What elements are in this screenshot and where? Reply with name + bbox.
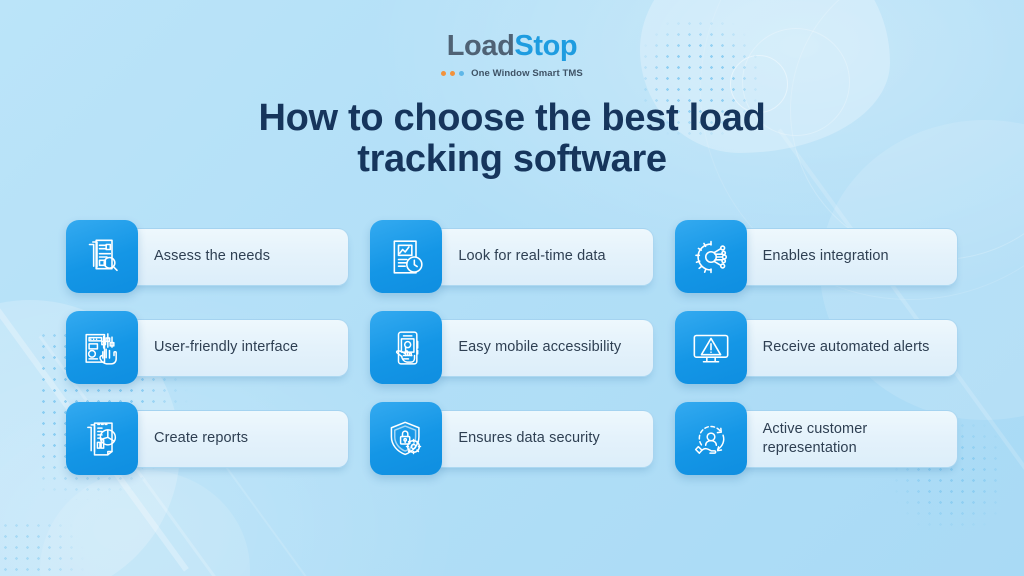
feature-card-label: User-friendly interface: [154, 339, 299, 356]
tagline-dot-2-icon: [450, 71, 456, 76]
gear-circuit-icon: [674, 220, 747, 293]
feature-card-label: Active customer representation: [762, 420, 868, 456]
logo-tagline: One Window Smart TMS: [441, 68, 583, 79]
feature-card[interactable]: Receive automated alerts: [674, 311, 958, 384]
feature-card-label: Look for real-time data: [458, 248, 606, 265]
shield-lock-gear-icon: [370, 402, 443, 475]
report-piechart-icon: [66, 402, 138, 475]
page-title: How to choose the best load tracking sof…: [0, 97, 1024, 181]
feature-card: Enables integration: [674, 220, 958, 293]
page-title-line-2: tracking software: [357, 138, 667, 181]
feature-card-grid: Assess the needs Look for real-time data: [66, 220, 958, 475]
document-magnifier-icon: [66, 220, 138, 293]
feature-card-label: Enables integration: [762, 248, 889, 265]
feature-card-label: Easy mobile accessibility: [458, 339, 622, 356]
feature-card[interactable]: Create reports: [66, 402, 350, 475]
feature-card-label: Ensures data security: [458, 430, 600, 447]
infographic-page: LoadStop One Window Smart TMS How to cho…: [0, 0, 1024, 576]
logo-wordmark: LoadStop: [0, 32, 1024, 61]
tagline-dot-3-icon: [459, 71, 465, 76]
feature-card[interactable]: Easy mobile accessibility: [370, 311, 654, 384]
mobile-touch-icon: [370, 311, 443, 384]
logo-word-load: Load: [446, 30, 515, 62]
feature-card-pill[interactable]: Look for real-time data: [432, 227, 654, 286]
feature-card[interactable]: Active customer representation: [674, 402, 958, 475]
feature-card[interactable]: Look for real-time data: [370, 220, 654, 293]
feature-card-pill[interactable]: Receive automated alerts: [736, 318, 958, 377]
feature-card-pill[interactable]: Ensures data security: [432, 409, 654, 468]
chart-clock-icon: [370, 220, 443, 293]
feature-card-pill[interactable]: Enables integration: [736, 227, 958, 286]
feature-card-label: Create reports: [154, 430, 249, 447]
feature-card-pill[interactable]: Create reports: [128, 409, 350, 468]
feature-card-pill[interactable]: Assess the needs: [128, 227, 350, 286]
monitor-alert-icon: [674, 311, 747, 384]
logo-tagline-text: One Window Smart TMS: [471, 68, 583, 79]
tagline-dot-1-icon: [441, 71, 447, 76]
customer-care-hand-icon: [674, 402, 747, 475]
feature-card-label: Receive automated alerts: [762, 339, 930, 356]
feature-card-label: Assess the needs: [154, 248, 271, 265]
feature-card[interactable]: User-friendly interface: [66, 311, 350, 384]
feature-card[interactable]: Ensures data security: [370, 402, 654, 475]
dashboard-hand-icon: [66, 311, 138, 384]
feature-card[interactable]: Assess the needs: [66, 220, 350, 293]
page-title-line-1: How to choose the best load: [258, 97, 766, 139]
brand-logo: LoadStop One Window Smart TMS: [0, 32, 1024, 81]
logo-word-stop: Stop: [514, 30, 578, 62]
feature-card-pill[interactable]: Easy mobile accessibility: [432, 318, 654, 377]
feature-card-pill[interactable]: Active customer representation: [736, 409, 958, 468]
feature-card-pill[interactable]: User-friendly interface: [128, 318, 350, 377]
